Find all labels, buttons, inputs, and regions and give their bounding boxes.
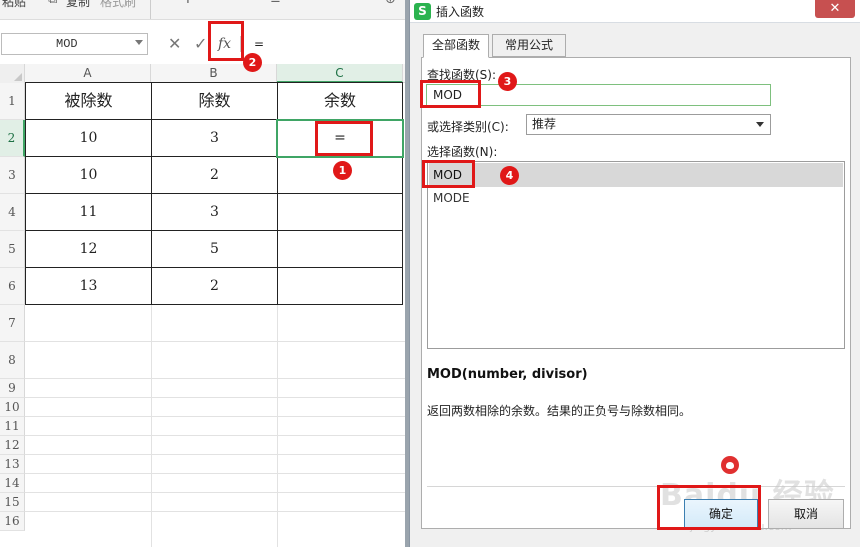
cancel-button[interactable]: 取消 — [768, 499, 844, 529]
function-signature: MOD(number, divisor) — [427, 367, 588, 382]
cell-b5[interactable]: 5 — [152, 231, 277, 267]
dialog-title: 插入函数 — [436, 5, 485, 19]
font-icon[interactable]: I — [186, 0, 190, 7]
column-header-c[interactable]: C — [277, 64, 403, 83]
cell-b6[interactable]: 2 — [152, 268, 277, 304]
cell-c1[interactable]: 余数 — [278, 83, 402, 119]
row-header[interactable]: 11 — [0, 417, 25, 436]
row-header[interactable]: 13 — [0, 455, 25, 474]
cell-a2[interactable]: 10 — [26, 120, 151, 156]
row-header[interactable]: 16 — [0, 512, 25, 531]
cell-c6[interactable] — [278, 268, 402, 304]
cell-b1[interactable]: 除数 — [152, 83, 277, 119]
cell-b3[interactable]: 2 — [152, 157, 277, 193]
column-header-a[interactable]: A — [25, 64, 151, 83]
gridline — [25, 378, 405, 379]
cancel-formula-icon[interactable]: ✕ — [168, 33, 181, 55]
cell-c4[interactable] — [278, 194, 402, 230]
annotation-box-search — [420, 80, 481, 108]
cell-b2[interactable]: 3 — [152, 120, 277, 156]
gridline — [25, 454, 405, 455]
row-header[interactable]: 5 — [0, 231, 25, 268]
gridline — [277, 304, 278, 547]
gridline — [25, 511, 405, 512]
annotation-badge-1: 1 — [333, 161, 352, 180]
table-border — [402, 82, 403, 305]
row-header[interactable]: 8 — [0, 342, 25, 379]
cell-a4[interactable]: 11 — [26, 194, 151, 230]
row-header[interactable]: 4 — [0, 194, 25, 231]
annotation-box-function — [422, 160, 475, 188]
function-list-label: 选择函数(N): — [427, 145, 498, 159]
row-header[interactable]: 6 — [0, 268, 25, 305]
paste-label[interactable]: 粘贴 — [2, 0, 26, 10]
formula-bar: MOD ✕ ✓ fx = — [0, 30, 405, 58]
cell-a1[interactable]: 被除数 — [26, 83, 151, 119]
dialog-titlebar[interactable]: S 插入函数 ✕ — [410, 0, 860, 23]
copy-icon[interactable]: ⧉ — [48, 0, 57, 7]
cell-b4[interactable]: 3 — [152, 194, 277, 230]
annotation-badge-4: 4 — [500, 166, 519, 185]
row-header[interactable]: 3 — [0, 157, 25, 194]
gridline — [25, 473, 405, 474]
toolbar-divider — [150, 0, 151, 19]
select-all-corner[interactable] — [0, 64, 25, 83]
format-painter-label[interactable]: 格式刷 — [100, 0, 136, 10]
wps-app-icon: S — [414, 3, 431, 20]
row-header[interactable]: 2 — [0, 120, 25, 157]
paw-icon — [721, 456, 739, 474]
gridline — [25, 416, 405, 417]
category-label: 或选择类别(C): — [427, 120, 509, 134]
cell-c5[interactable] — [278, 231, 402, 267]
table-border — [25, 304, 403, 305]
gridline — [151, 304, 152, 547]
cell-a6[interactable]: 13 — [26, 268, 151, 304]
annotation-badge-2: 2 — [243, 53, 262, 72]
cell-a3[interactable]: 10 — [26, 157, 151, 193]
tab-common-formulas[interactable]: 常用公式 — [492, 34, 566, 57]
function-item-mode[interactable]: MODE — [429, 186, 843, 210]
function-list[interactable]: MOD MODE — [427, 161, 845, 349]
gridline — [25, 341, 405, 342]
gridline — [25, 435, 405, 436]
ribbon-toolbar: 粘贴 ⧉ 复制 格式刷 I ≡ ⊕ — [0, 0, 405, 20]
row-header[interactable]: 1 — [0, 83, 25, 120]
search-icon[interactable]: ⊕ — [385, 0, 396, 7]
tab-all-functions[interactable]: 全部函数 — [423, 34, 489, 58]
gridline — [25, 397, 405, 398]
category-value: 推荐 — [532, 117, 557, 131]
row-header[interactable]: 15 — [0, 493, 25, 512]
chevron-down-icon[interactable] — [756, 122, 764, 127]
cell-a5[interactable]: 12 — [26, 231, 151, 267]
confirm-formula-icon[interactable]: ✓ — [194, 33, 207, 55]
annotation-box-cell — [315, 121, 373, 156]
chevron-down-icon[interactable] — [135, 40, 143, 45]
gridline — [25, 492, 405, 493]
annotation-badge-3: 3 — [498, 72, 517, 91]
row-header[interactable]: 12 — [0, 436, 25, 455]
align-icon[interactable]: ≡ — [270, 0, 281, 7]
row-header[interactable]: 10 — [0, 398, 25, 417]
annotation-box-fx — [208, 21, 244, 61]
function-item-mod[interactable]: MOD — [429, 163, 843, 187]
category-select[interactable]: 推荐 — [526, 114, 771, 135]
formula-input[interactable]: = — [246, 33, 406, 55]
row-header[interactable]: 9 — [0, 379, 25, 398]
copy-label[interactable]: 复制 — [66, 0, 90, 10]
name-box-value: MOD — [56, 37, 78, 51]
column-header-row: A B C — [0, 64, 405, 83]
close-icon[interactable]: ✕ — [815, 0, 855, 18]
row-header[interactable]: 14 — [0, 474, 25, 493]
function-description: 返回两数相除的余数。结果的正负号与除数相同。 — [427, 404, 692, 418]
name-box[interactable]: MOD — [1, 33, 148, 55]
annotation-box-ok — [657, 485, 761, 530]
row-header[interactable]: 7 — [0, 305, 25, 342]
